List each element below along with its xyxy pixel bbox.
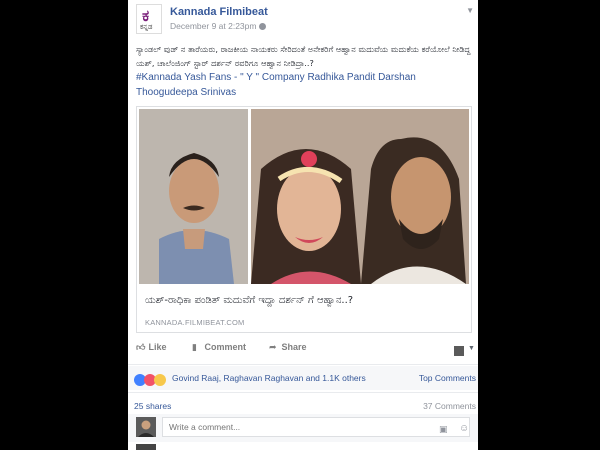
page-avatar[interactable]: ಕ ಕನ್ನಡ (136, 4, 162, 34)
post-text: ಸ್ಯಾಂಡಲ್ ವುಡ್ ನ ತಾರೆಯರು, ರಾಜಕೀಯ ನಾಯಕರು ಸ… (136, 44, 471, 68)
next-comment-partial (136, 444, 336, 450)
share-label: Share (281, 342, 307, 352)
comment-input[interactable] (162, 417, 470, 437)
share-button[interactable]: ➦ Share (269, 342, 307, 353)
shares-count[interactable]: 25 shares (134, 401, 171, 411)
divider (128, 364, 478, 365)
preview-image-left[interactable] (139, 109, 248, 284)
share-arrow-icon: ➦ (269, 342, 277, 352)
post-actions: 👍︎ Like ▮ Comment ➦ Share ▼ (136, 342, 475, 362)
speech-bubble-icon: ▮ (192, 342, 197, 352)
like-label: Like (148, 342, 167, 352)
preview-image-right[interactable] (251, 109, 469, 284)
reaction-icons[interactable] (134, 371, 166, 389)
comments-count[interactable]: 37 Comments (423, 401, 476, 411)
commenter-avatar[interactable] (136, 444, 156, 450)
comment-composer: ▣ ☺ (128, 414, 478, 442)
post-time-text[interactable]: December 9 at 2:23pm (170, 21, 256, 31)
comment-label: Comment (204, 342, 247, 352)
camera-icon[interactable]: ▣ (439, 424, 448, 435)
globe-icon (259, 23, 267, 30)
link-preview[interactable]: ಯಶ್-ರಾಧಿಕಾ ಪಂಡಿತ್ ಮದುವೆಗೆ ಇದ್ದಾ ದರ್ಶನ್ ಗ… (136, 106, 472, 333)
page-name-link[interactable]: Kannada Filmibeat (170, 6, 268, 18)
page-logo-subtext: ಕನ್ನಡ (140, 23, 153, 31)
top-comments-dropdown[interactable]: Top Comments (419, 373, 476, 383)
chevron-down-icon[interactable]: ▼ (468, 345, 475, 352)
preview-domain: KANNADA.FILMIBEAT.COM (145, 318, 245, 327)
preview-headline[interactable]: ಯಶ್-ರಾಧಿಕಾ ಪಂಡಿತ್ ಮದುವೆಗೆ ಇದ್ದಾ ದರ್ಶನ್ ಗ… (145, 295, 353, 306)
user-avatar[interactable] (136, 417, 156, 437)
like-button[interactable]: 👍︎ Like (136, 342, 167, 353)
haha-reaction-icon (154, 373, 166, 386)
divider (128, 392, 478, 393)
post-hashtags[interactable]: #Kannada Yash Fans - " Y " Company Radhi… (136, 70, 472, 100)
thumbs-up-icon: 👍︎ (136, 342, 146, 352)
reactions-row: Govind Raaj, Raghavan Raghavan and 1.1K … (128, 366, 478, 390)
share-as-avatar[interactable] (454, 346, 464, 356)
comment-button[interactable]: ▮ Comment (192, 342, 246, 353)
post-card: ಕ ಕನ್ನಡ Kannada Filmibeat December 9 at … (128, 0, 478, 450)
chevron-down-icon[interactable]: ▼ (466, 6, 474, 15)
reactors-summary[interactable]: Govind Raaj, Raghavan Raghavan and 1.1K … (172, 373, 366, 383)
sticker-icon[interactable]: ☺ (459, 423, 469, 434)
post-timestamp[interactable]: December 9 at 2:23pm (170, 21, 267, 31)
